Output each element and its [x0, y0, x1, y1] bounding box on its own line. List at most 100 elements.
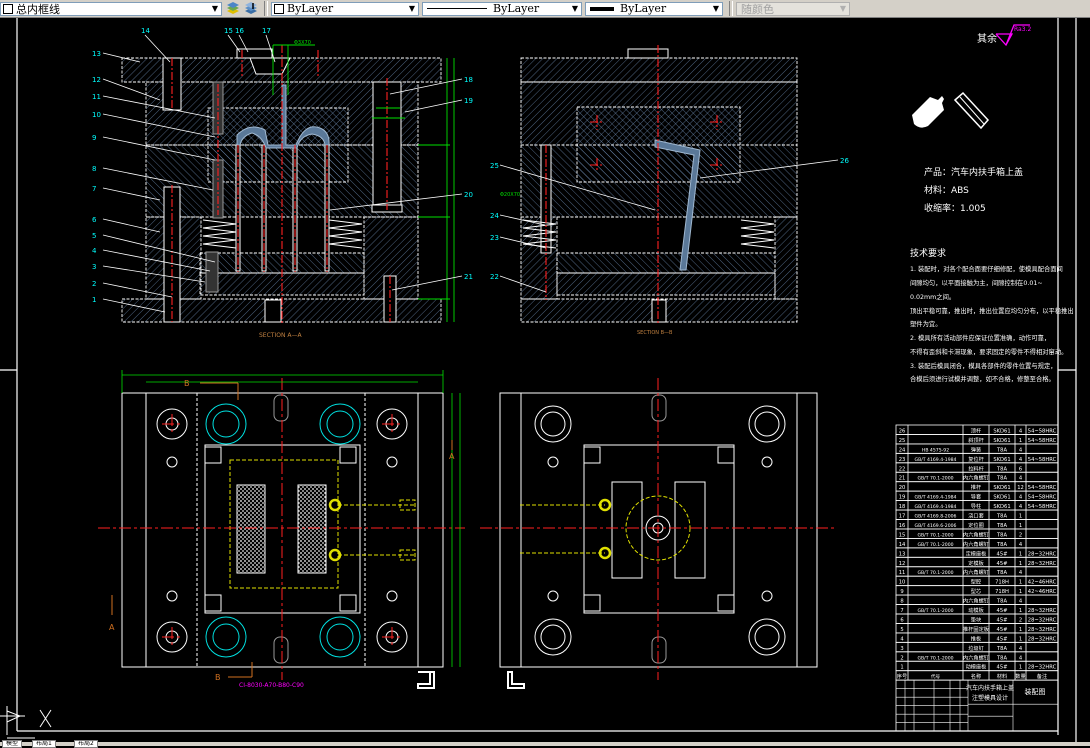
plotstyle-value: 随颜色: [741, 2, 774, 16]
bom-cell: 推板: [971, 634, 982, 642]
callout-12: 12: [92, 76, 101, 84]
bom-cell: 推杆固定板: [963, 625, 990, 633]
tech-requirement-line: 合模后须进行试模并调整，如不合格，修整至合格。: [910, 374, 1055, 383]
layer-dropdown[interactable]: 总内框线 ▼: [0, 1, 222, 16]
callout-8: 8: [92, 165, 96, 173]
bom-cell: 22: [899, 466, 906, 472]
bom-cell: 1: [1019, 665, 1022, 671]
bom-cell: T8A: [996, 466, 1007, 472]
bom-cell: 45#: [997, 608, 1008, 614]
bom-cell: 数量: [1015, 672, 1025, 680]
bom-cell: 定位圈: [968, 521, 984, 529]
bom-cell: 1: [1019, 514, 1022, 520]
bom-cell: T8A: [996, 646, 1007, 652]
bom-cell: 垫块: [971, 615, 982, 623]
callout-26: 26: [840, 157, 849, 165]
linetype-dropdown[interactable]: ByLayer ▼: [422, 1, 582, 16]
tab-layout2[interactable]: 布局2: [74, 740, 98, 748]
bom-cell: 内六角螺钉: [963, 474, 989, 482]
bom-cell: 型腔: [971, 578, 981, 586]
bom-cell: SKD61: [993, 457, 1010, 463]
bom-cell: 26: [899, 428, 906, 434]
tab-model[interactable]: 模型: [2, 740, 23, 748]
bom-cell: 材料: [997, 672, 1007, 680]
bom-cell: 12: [1017, 485, 1024, 491]
bom-cell: GB/T 70.1-2000: [917, 655, 953, 661]
callout-10: 10: [92, 111, 101, 119]
bom-cell: 动模座板: [966, 663, 988, 671]
callout-7: 7: [92, 185, 96, 193]
bom-cell: 21: [899, 476, 906, 482]
bom-cell: 54~58HRC: [1028, 438, 1057, 444]
linetype-preview-icon: [427, 8, 487, 9]
callout-25: 25: [490, 162, 499, 170]
chevron-down-icon: ▼: [839, 3, 846, 13]
lineweight-dropdown[interactable]: ByLayer ▼: [585, 1, 723, 16]
layer-name: 总内框线: [16, 2, 60, 16]
cut-label-a-left: A: [109, 623, 115, 632]
bom-cell: 45#: [997, 551, 1008, 557]
bom-cell: 28~32HRC: [1028, 608, 1057, 614]
callout-2: 2: [92, 280, 96, 288]
callout-15: 15: [224, 27, 233, 35]
tab-layout1[interactable]: 布局1: [32, 740, 56, 748]
section-b-view[interactable]: [520, 57, 798, 323]
linetype-value: ByLayer: [493, 2, 540, 15]
bom-cell: SKD61: [993, 428, 1010, 434]
chevron-down-icon: ▼: [712, 3, 719, 13]
bom-cell: 718H: [995, 580, 1009, 586]
layer-make-current-icon[interactable]: [225, 1, 241, 16]
callout-1: 1: [92, 296, 96, 304]
cut-label-b-top: B: [184, 379, 190, 388]
bom-cell: 导套: [971, 493, 982, 501]
bom-cell: 42~46HRC: [1028, 589, 1057, 595]
bom-cell: 2: [1019, 617, 1022, 623]
bom-cell: 垃圾钉: [968, 644, 984, 652]
bom-cell: 18: [899, 504, 906, 510]
bom-cell: SKD61: [993, 438, 1010, 444]
bom-cell: 内六角螺钉: [963, 540, 989, 548]
bom-cell: SKD61: [993, 495, 1010, 501]
color-dropdown[interactable]: ByLayer ▼: [271, 1, 419, 16]
bom-cell: 54~58HRC: [1028, 504, 1057, 510]
bom-cell: 1: [1019, 523, 1022, 529]
bom-cell: T8A: [996, 542, 1007, 548]
bom-cell: 15: [899, 532, 906, 538]
section-b-label: SECTION B—B: [637, 330, 673, 336]
tech-requirement-line: 不得有歪斜和卡滞现象，要求固定的零件不得相对窜动。: [910, 347, 1067, 356]
callout-14: 14: [141, 27, 150, 35]
bom-cell: 19: [899, 495, 906, 501]
tech-requirement-line: 塑件为宜。: [910, 319, 941, 328]
section-a-label: SECTION A—A: [259, 332, 302, 339]
bom-cell: 1: [1019, 589, 1022, 595]
drawing-type: 装配图: [1025, 687, 1046, 696]
bom-cell: SKD61: [993, 485, 1010, 491]
bom-cell: 1: [1019, 561, 1022, 567]
bom-cell: 54~58HRC: [1028, 457, 1057, 463]
bom-cell: T8A: [996, 655, 1007, 661]
bom-cell: 28~32HRC: [1028, 551, 1057, 557]
bom-cell: T8A: [996, 599, 1007, 605]
chevron-down-icon: ▼: [408, 3, 415, 13]
bom-cell: GB/T 4169.6-2006: [915, 523, 957, 529]
gate-dimension: Φ3X70: [294, 40, 311, 46]
bom-cell: 3: [900, 646, 903, 652]
bom-cell: 28~32HRC: [1028, 665, 1057, 671]
properties-toolbar: 总内框线 ▼ ByLayer ▼ ByLayer ▼ ByLayer ▼ 随颜色…: [0, 0, 1090, 18]
bom-cell: 45#: [997, 636, 1008, 642]
color-value: ByLayer: [287, 2, 334, 15]
bom-cell: GB/T 4169.4-1984: [915, 504, 957, 510]
drawing-canvas[interactable]: Φ3X70 SECTION A—A 1234567891011121314 15 1…: [0, 18, 1090, 742]
bom-cell: 推杆: [971, 483, 981, 491]
bom-cell: 45#: [997, 665, 1008, 671]
callout-19: 19: [464, 97, 473, 105]
bom-cell: 17: [899, 514, 906, 520]
bom-cell: GB/T 4169.8-2006: [915, 514, 957, 520]
bom-cell: 定模板: [968, 559, 984, 567]
bom-cell: 12: [899, 561, 906, 567]
bom-cell: GB/T 70.1-2000: [917, 532, 953, 538]
callout-23: 23: [490, 234, 499, 242]
layer-previous-icon[interactable]: [243, 1, 259, 16]
bom-cell: 2: [1019, 532, 1022, 538]
bom-cell: 28~32HRC: [1028, 627, 1057, 633]
